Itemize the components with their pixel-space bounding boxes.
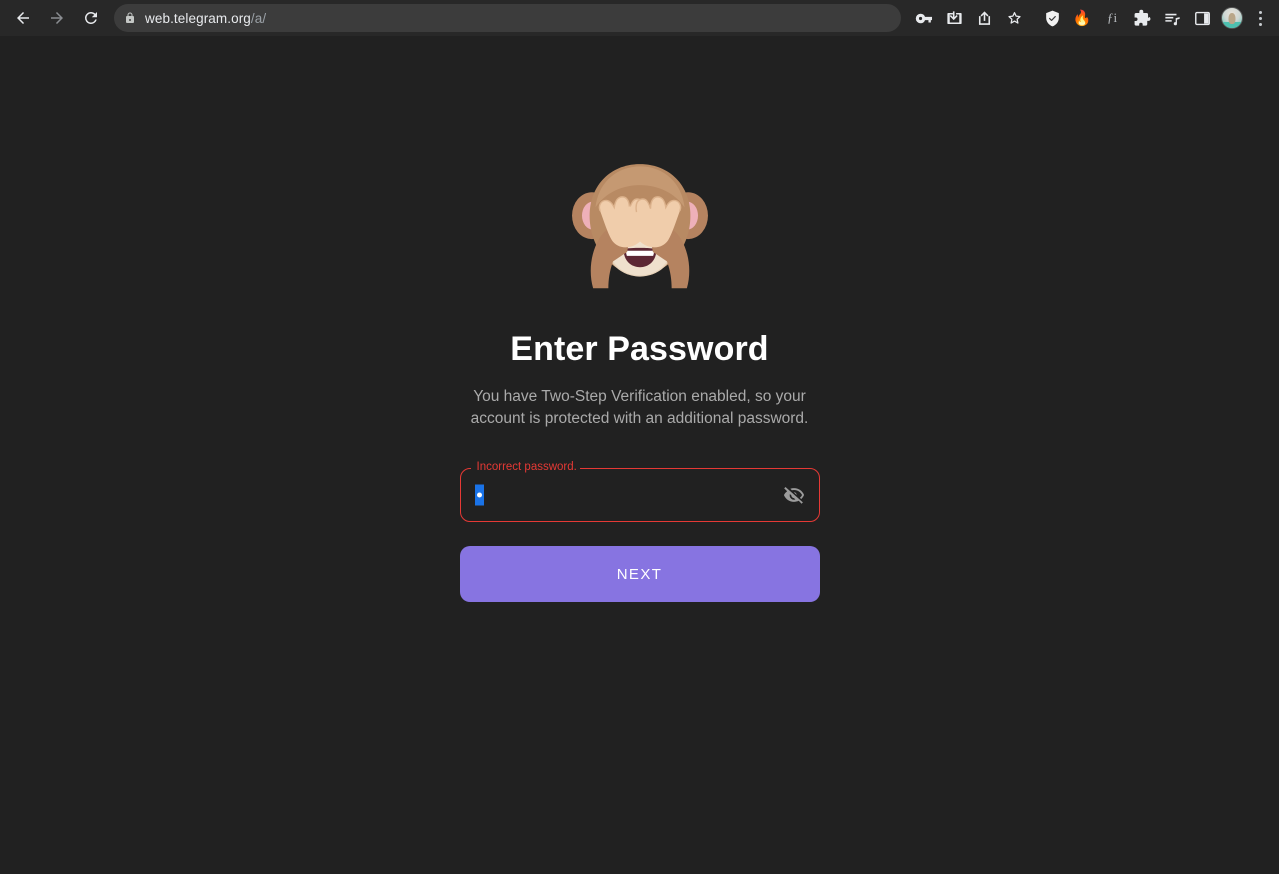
password-auth-form: Enter Password You have Two-Step Verific… — [459, 145, 820, 603]
eye-off-icon — [783, 487, 804, 505]
menu-dot — [1258, 10, 1262, 14]
share-icon[interactable] — [969, 4, 999, 32]
script-extension-icon[interactable]: ƒi — [1097, 4, 1127, 32]
menu-dot — [1258, 16, 1262, 20]
adblock-shield-icon[interactable] — [1037, 4, 1067, 32]
address-bar-url: web.telegram.org/a/ — [145, 11, 266, 26]
reload-button[interactable] — [77, 4, 105, 32]
toolbar-actions: 🔥 ƒi — [909, 4, 1273, 32]
arrow-right-icon — [51, 12, 63, 24]
media-playlist-icon[interactable] — [1157, 4, 1187, 32]
password-input[interactable] — [459, 468, 820, 523]
password-field-wrapper: Incorrect password. Incorrect password. — [459, 460, 820, 523]
chrome-menu-button[interactable] — [1247, 4, 1273, 32]
auth-description: You have Two-Step Verification enabled, … — [470, 388, 809, 428]
side-panel-icon[interactable] — [1187, 4, 1217, 32]
telegram-web-auth-page: Enter Password You have Two-Step Verific… — [0, 36, 1279, 874]
browser-toolbar: web.telegram.org/a/ 🔥 ƒi — [0, 0, 1279, 36]
password-manager-icon[interactable] — [909, 4, 939, 32]
extensions-icon[interactable] — [1127, 4, 1157, 32]
back-button[interactable] — [9, 4, 37, 32]
arrow-left-icon — [17, 12, 29, 24]
address-bar[interactable]: web.telegram.org/a/ — [114, 4, 901, 32]
toggle-password-visibility-button[interactable] — [778, 479, 810, 511]
install-app-icon[interactable] — [939, 4, 969, 32]
reload-icon — [84, 11, 97, 24]
url-host: web.telegram.org — [145, 10, 251, 26]
fire-extension-icon[interactable]: 🔥 — [1067, 4, 1097, 32]
next-button[interactable]: NEXT — [459, 546, 820, 603]
page-title: Enter Password — [510, 330, 769, 368]
lock-icon — [124, 11, 136, 25]
url-path: /a/ — [250, 10, 267, 26]
profile-avatar — [1221, 7, 1243, 29]
fire-emoji: 🔥 — [1072, 9, 1092, 27]
see-no-evil-monkey-illustration — [560, 145, 720, 305]
script-glyph: ƒi — [1106, 10, 1118, 25]
menu-dot — [1258, 22, 1262, 26]
bookmark-star-icon[interactable] — [999, 4, 1029, 32]
profile-avatar-button[interactable] — [1217, 4, 1247, 32]
monkey-emoji-svg — [571, 164, 708, 289]
forward-button[interactable] — [43, 4, 71, 32]
